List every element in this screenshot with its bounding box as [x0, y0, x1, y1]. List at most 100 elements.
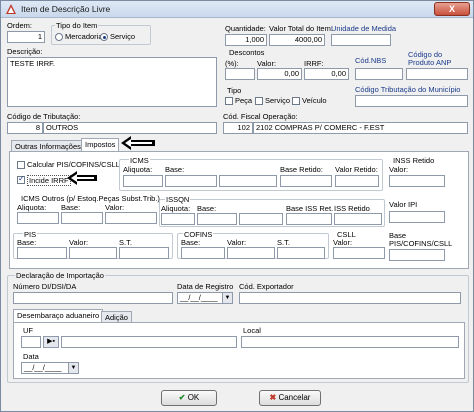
csll-valor-field[interactable] — [333, 247, 385, 259]
uf-lookup-button[interactable]: ▶▪ — [43, 336, 59, 348]
icms-outros-title: ICMS Outros (p/ Estoq.Peças Subst.Trib.) — [21, 194, 160, 203]
ok-button-label: OK — [187, 393, 200, 402]
valor-total-label: Valor Total do Item: — [269, 24, 333, 33]
issqn-title: ISSQN — [165, 195, 191, 204]
descontos-valor-field[interactable]: 0,00 — [257, 68, 302, 80]
inss-valor-field[interactable] — [389, 175, 445, 187]
pis-valor-field[interactable] — [69, 247, 117, 259]
ok-button[interactable]: ✔ OK — [161, 390, 217, 406]
quantidade-field[interactable]: 1,000 — [225, 34, 267, 46]
inss-title: INSS Retido — [393, 156, 435, 165]
cofins-valor-label: Valor: — [227, 238, 247, 247]
data-desembaraco-value: __/__/____ — [24, 363, 62, 372]
cofins-st-field[interactable] — [277, 247, 325, 259]
checkbox-peca-label: Peça — [235, 96, 253, 105]
cod-exportador-field[interactable] — [239, 292, 461, 304]
close-button[interactable]: X — [434, 2, 470, 16]
issqn-base-iss-ret-field[interactable] — [286, 213, 332, 225]
checkbox-servico[interactable] — [255, 97, 263, 105]
cod-tributacao-select[interactable]: OUTROS — [43, 122, 217, 134]
cofins-base-label: Base: — [181, 238, 201, 247]
cod-tributacao-code[interactable]: 8 — [7, 122, 43, 134]
cod-fiscal-select[interactable]: 2102 COMPRAS P/ COMERC - F.EST — [253, 122, 468, 134]
icms-base-retido-label: Base Retido: — [280, 165, 323, 174]
descontos-irrf-field[interactable]: 0,00 — [304, 68, 349, 80]
pis-valor-label: Valor: — [69, 238, 89, 247]
data-desembaraco-field[interactable]: __/__/____ ▼ — [21, 362, 79, 374]
lookup-icon: ▶▪ — [47, 338, 55, 345]
cod-exportador-label: Cód. Exportador — [239, 282, 294, 291]
cofins-base-field[interactable] — [181, 247, 225, 259]
checkbox-peca[interactable] — [225, 97, 233, 105]
base-pis-field[interactable] — [389, 249, 445, 261]
icms-outros-aliquota-field[interactable] — [17, 212, 59, 224]
data-registro-value: __/__/____ — [180, 293, 218, 302]
radio-mercadoria-label: Mercadoria — [65, 32, 103, 41]
pis-st-label: S.T. — [119, 238, 132, 247]
radio-servico-label: Serviço — [110, 32, 136, 41]
icms-base-retido-field[interactable] — [280, 175, 332, 187]
importacao-title: Declaração de Importação — [15, 271, 105, 280]
desembaraco-panel — [13, 322, 465, 379]
uf-description-field[interactable] — [61, 336, 237, 348]
checkbox-calcular-pis[interactable] — [17, 161, 25, 169]
cancel-button[interactable]: ✖ Cancelar — [259, 390, 321, 406]
checkbox-incide-irrf[interactable] — [17, 174, 25, 184]
radio-mercadoria[interactable] — [55, 33, 63, 41]
cod-trib-municipio-field[interactable] — [355, 95, 468, 107]
uf-field[interactable] — [21, 336, 41, 348]
cod-fiscal-code[interactable]: 102 — [223, 122, 253, 134]
radio-servico[interactable] — [100, 33, 108, 41]
cancel-icon: ✖ — [269, 393, 277, 402]
tab-impostos[interactable]: Impostos — [81, 138, 120, 151]
descontos-pct-field[interactable] — [225, 68, 255, 80]
ipi-field[interactable] — [389, 211, 445, 223]
local-field[interactable] — [241, 336, 459, 348]
chevron-down-icon[interactable]: ▼ — [68, 363, 78, 373]
base-pis-title: Base PIS/COFINS/CSLL — [389, 231, 453, 248]
cofins-valor-field[interactable] — [227, 247, 275, 259]
data-label: Data — [23, 352, 39, 361]
issqn-aliquota-label: Aliquota: — [161, 204, 191, 213]
icms-outros-base-field[interactable] — [61, 212, 103, 224]
unidade-medida-field[interactable] — [331, 34, 391, 46]
icms-valor-field[interactable] — [219, 175, 277, 187]
cancel-button-label: Cancelar — [278, 393, 311, 402]
arrow-annotation-icon — [121, 136, 155, 150]
valor-total-field[interactable]: 4000,00 — [269, 34, 325, 46]
cod-tributacao-label: Código de Tributação: — [7, 112, 81, 121]
app-icon — [6, 4, 16, 14]
icms-aliquota-field[interactable] — [123, 175, 163, 187]
chevron-down-icon[interactable]: ▼ — [222, 293, 232, 303]
cod-anp-label: Código do Produto ANP — [408, 50, 452, 67]
dialog-window: Item de Descrição Livre X Ordem: 1 Tipo … — [0, 0, 474, 412]
icms-valor-retido-field[interactable] — [335, 175, 379, 187]
issqn-aliquota-field[interactable] — [161, 213, 195, 225]
data-registro-field[interactable]: __/__/____ ▼ — [177, 292, 233, 304]
icms-outros-valor-field[interactable] — [105, 212, 157, 224]
icms-title: ICMS — [129, 156, 150, 165]
cod-anp-field[interactable] — [406, 68, 468, 80]
arrow-annotation-icon — [67, 171, 97, 185]
ordem-field[interactable]: 1 — [7, 31, 45, 43]
issqn-iss-retido-field[interactable] — [334, 213, 382, 225]
issqn-valor-field[interactable] — [239, 213, 283, 225]
cod-tributacao-value: OUTROS — [46, 123, 79, 132]
icms-aliquota-label: Aliquota: — [123, 165, 153, 174]
csll-valor-label: Valor: — [333, 238, 353, 247]
cod-nbs-field[interactable] — [355, 68, 403, 80]
issqn-iss-retido-label: ISS Retido — [334, 204, 370, 213]
issqn-base-field[interactable] — [197, 213, 237, 225]
descricao-textarea[interactable]: TESTE IRRF. — [7, 57, 217, 107]
icms-base-field[interactable] — [165, 175, 217, 187]
pis-st-field[interactable] — [119, 247, 169, 259]
unidade-medida-label: Unidade de Medida — [331, 24, 397, 33]
checkbox-veiculo[interactable] — [292, 97, 300, 105]
title-bar[interactable]: Item de Descrição Livre X — [1, 1, 473, 18]
window-title: Item de Descrição Livre — [21, 4, 111, 14]
tab-desembaraco[interactable]: Desembaraço aduaneiro — [13, 309, 104, 322]
pis-base-field[interactable] — [17, 247, 67, 259]
numero-di-field[interactable] — [13, 292, 173, 304]
ordem-label: Ordem: — [7, 21, 33, 30]
cod-fiscal-value: 2102 COMPRAS P/ COMERC - F.EST — [256, 123, 385, 132]
